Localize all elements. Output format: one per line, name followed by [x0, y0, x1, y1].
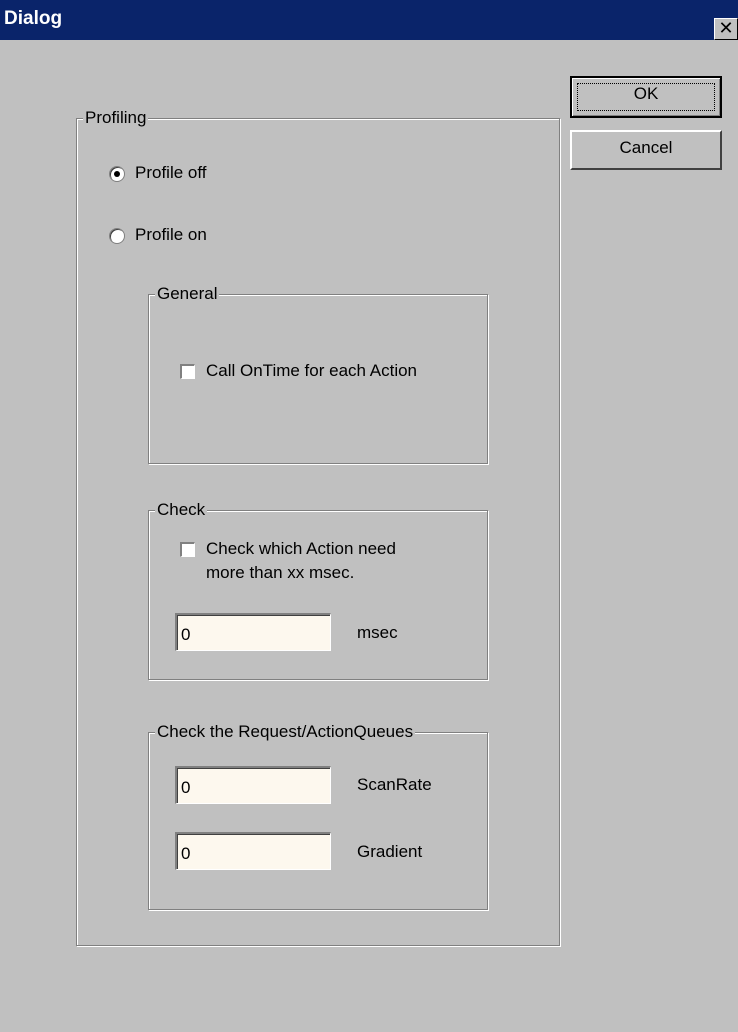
- ok-label: OK: [633, 84, 659, 103]
- msec-label: msec: [357, 623, 398, 642]
- check-group: Check: [148, 500, 488, 680]
- scanrate-label: ScanRate: [357, 775, 432, 794]
- cancel-label: Cancel: [619, 138, 673, 157]
- checkbox-icon: [180, 364, 195, 379]
- ok-button[interactable]: OK: [570, 76, 722, 118]
- radio-unselected-icon: [109, 228, 125, 244]
- title-bar: Dialog ✕: [0, 0, 738, 40]
- profile-off-label: Profile off: [135, 163, 207, 182]
- queues-legend: Check the Request/ActionQueues: [155, 722, 416, 742]
- profile-on-label: Profile on: [135, 225, 207, 244]
- scanrate-input[interactable]: [175, 766, 331, 804]
- checkbox-icon: [180, 542, 195, 557]
- radio-selected-icon: [109, 166, 125, 182]
- queues-group: Check the Request/ActionQueues: [148, 722, 488, 910]
- close-button[interactable]: ✕: [714, 18, 738, 40]
- cancel-button[interactable]: Cancel: [570, 130, 722, 170]
- check-legend: Check: [155, 500, 208, 520]
- close-icon: ✕: [718, 18, 734, 38]
- gradient-input[interactable]: [175, 832, 331, 870]
- call-ontime-label: Call OnTime for each Action: [206, 361, 418, 380]
- profiling-legend: Profiling: [83, 108, 149, 128]
- msec-input[interactable]: [175, 613, 331, 651]
- general-legend: General: [155, 284, 220, 304]
- window-title: Dialog: [4, 8, 63, 29]
- gradient-label: Gradient: [357, 842, 423, 861]
- check-actions-label-line2: more than xx msec.: [206, 563, 355, 582]
- check-actions-label-line1: Check which Action need: [206, 539, 396, 558]
